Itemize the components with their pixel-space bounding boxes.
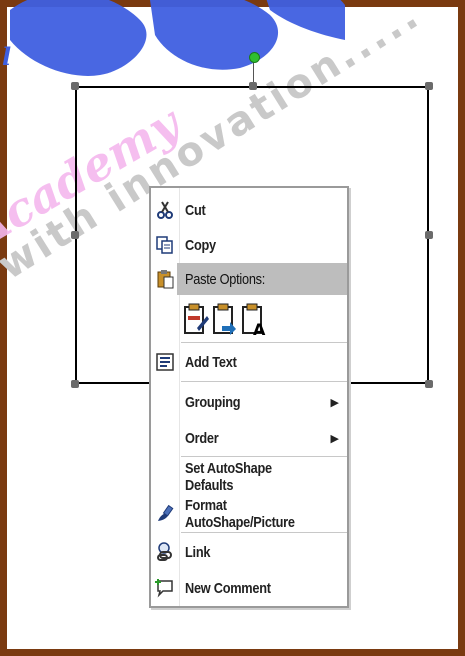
submenu-arrow-icon: ▶ xyxy=(330,396,339,409)
menu-item-order[interactable]: Order ▶ xyxy=(151,422,347,454)
scissors-icon xyxy=(157,201,173,219)
menu-item-cut-label: Cut xyxy=(185,201,206,219)
menu-separator xyxy=(181,456,347,457)
rotation-connector xyxy=(253,62,254,84)
link-icon xyxy=(157,542,172,561)
context-menu: Cut Copy Paste Options: A Add Text Group… xyxy=(149,186,349,608)
resize-handle-bottom-left[interactable] xyxy=(71,380,79,388)
paste-options-buttons: A xyxy=(183,302,343,338)
copy-icon xyxy=(156,236,173,254)
menu-item-set-autoshape-defaults[interactable]: Set AutoShape Defaults xyxy=(151,460,347,494)
svg-text:A: A xyxy=(253,320,266,336)
menu-item-add-text-label: Add Text xyxy=(185,353,237,371)
menu-item-new-comment[interactable]: New Comment xyxy=(151,572,347,604)
resize-handle-top-right[interactable] xyxy=(425,82,433,90)
paste-keep-formatting-icon[interactable] xyxy=(183,302,209,336)
menu-item-format-label: Format AutoShape/Picture xyxy=(185,497,295,531)
text-box-icon xyxy=(156,353,174,371)
menu-item-copy[interactable]: Copy xyxy=(151,229,347,261)
menu-item-grouping[interactable]: Grouping ▶ xyxy=(151,386,347,418)
paste-merge-formatting-icon[interactable] xyxy=(212,302,238,336)
menu-item-link[interactable]: Link xyxy=(151,536,347,568)
menu-separator xyxy=(181,381,347,382)
menu-item-new-comment-label: New Comment xyxy=(185,579,271,597)
resize-handle-middle-right[interactable] xyxy=(425,231,433,239)
menu-item-copy-label: Copy xyxy=(185,236,216,254)
rotation-handle[interactable] xyxy=(249,52,260,63)
menu-item-add-text[interactable]: Add Text xyxy=(151,346,347,378)
comment-icon xyxy=(155,579,173,598)
resize-handle-bottom-right[interactable] xyxy=(425,380,433,388)
menu-item-order-label: Order xyxy=(185,429,219,447)
menu-item-format-autoshape[interactable]: Format AutoShape/Picture xyxy=(151,497,347,531)
format-brush-icon xyxy=(158,504,174,521)
submenu-arrow-icon: ▶ xyxy=(330,432,339,445)
menu-item-set-defaults-label: Set AutoShape Defaults xyxy=(185,460,272,494)
menu-item-cut[interactable]: Cut xyxy=(151,194,347,226)
menu-separator xyxy=(181,532,347,533)
menu-item-link-label: Link xyxy=(185,543,211,561)
resize-handle-top-left[interactable] xyxy=(71,82,79,90)
resize-handle-middle-left[interactable] xyxy=(71,231,79,239)
clipboard-icon xyxy=(157,270,174,289)
resize-handle-top-middle[interactable] xyxy=(249,82,257,90)
menu-separator xyxy=(181,342,347,343)
menu-item-paste-options: Paste Options: xyxy=(151,263,347,295)
paste-text-only-icon[interactable]: A xyxy=(241,302,267,336)
paste-options-label: Paste Options: xyxy=(185,270,266,288)
menu-item-grouping-label: Grouping xyxy=(185,393,241,411)
